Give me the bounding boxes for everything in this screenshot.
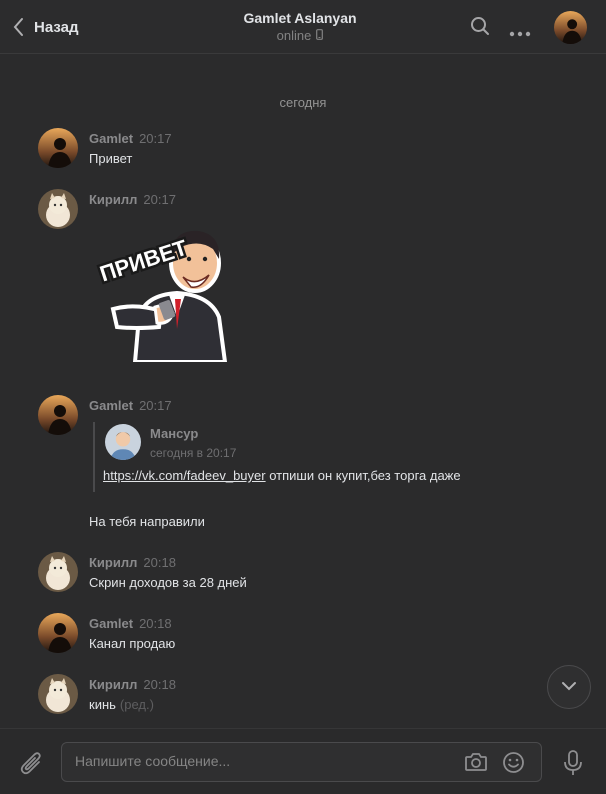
emoji-icon[interactable]: [502, 751, 525, 779]
message-item[interactable]: Gamlet 20:17 Мансур сегодня в 20:17 https…: [38, 395, 578, 535]
message-body: кинь: [89, 697, 116, 712]
online-status: online: [277, 27, 324, 45]
message-author[interactable]: Кирилл: [89, 192, 137, 207]
message-text: Скрин доходов за 28 дней: [89, 575, 247, 590]
message-item[interactable]: Gamlet 20:17 Привет: [38, 128, 578, 172]
search-icon[interactable]: [470, 16, 490, 41]
message-time: 20:18: [143, 677, 176, 692]
date-separator: сегодня: [279, 95, 327, 110]
message-meta: Кирилл 20:18: [89, 554, 176, 572]
reply-body: отпиши он купит,без торга даже: [265, 468, 461, 483]
reply-time: сегодня в 20:17: [150, 446, 237, 460]
message-text: кинь (ред.): [89, 697, 154, 712]
forwarded-message[interactable]: Мансур сегодня в 20:17 https://vk.com/fa…: [93, 422, 523, 492]
microphone-icon[interactable]: [563, 750, 583, 781]
avatar[interactable]: [38, 552, 78, 592]
camera-icon[interactable]: [464, 752, 488, 777]
avatar[interactable]: [38, 674, 78, 714]
message-meta: Кирилл 20:17: [89, 191, 176, 209]
avatar[interactable]: [105, 424, 141, 460]
message-time: 20:18: [143, 555, 176, 570]
message-input[interactable]: [75, 753, 455, 769]
message-time: 20:17: [143, 192, 176, 207]
message-time: 20:17: [139, 131, 172, 146]
message-item[interactable]: Кирилл 20:18 кинь (ред.): [38, 674, 578, 718]
reply-text: https://vk.com/fadeev_buyer отпиши он ку…: [103, 468, 461, 483]
chevron-left-icon: [12, 17, 24, 37]
message-text: Привет: [89, 151, 133, 166]
message-text: Канал продаю: [89, 636, 176, 651]
edited-label: (ред.): [119, 697, 154, 712]
scroll-down-button[interactable]: [547, 665, 591, 709]
avatar[interactable]: [38, 395, 78, 435]
message-meta: Gamlet 20:18: [89, 615, 172, 633]
message-author[interactable]: Кирилл: [89, 677, 137, 692]
back-button[interactable]: Назад: [12, 16, 78, 38]
avatar[interactable]: [38, 613, 78, 653]
message-feed[interactable]: сегодня Gamlet 20:17 Привет Кирилл 20:17: [0, 55, 606, 728]
message-author[interactable]: Gamlet: [89, 131, 133, 146]
message-author[interactable]: Gamlet: [89, 616, 133, 631]
chat-title: Gamlet Aslanyan: [243, 10, 357, 26]
reply-author[interactable]: Мансур: [150, 426, 198, 441]
mobile-icon: [316, 27, 324, 45]
message-author[interactable]: Кирилл: [89, 555, 137, 570]
chat-title-block[interactable]: Gamlet Aslanyan online: [200, 10, 400, 45]
chevron-down-icon: [561, 678, 577, 696]
contact-avatar[interactable]: [554, 11, 587, 44]
message-time: 20:18: [139, 616, 172, 631]
composer: [0, 728, 606, 794]
message-item[interactable]: Кирилл 20:17 ПРИВЕТ: [38, 189, 578, 369]
message-item[interactable]: Gamlet 20:18 Канал продаю: [38, 613, 578, 657]
sticker[interactable]: ПРИВЕТ: [94, 217, 240, 364]
message-text: На тебя направили: [89, 514, 205, 529]
message-meta: Gamlet 20:17: [89, 130, 172, 148]
paperclip-icon[interactable]: [20, 751, 44, 782]
status-text: online: [276, 28, 312, 43]
back-label: Назад: [34, 18, 79, 36]
message-time: 20:17: [139, 398, 172, 413]
message-meta: Gamlet 20:17: [89, 397, 172, 415]
chat-header: Назад Gamlet Aslanyan online: [0, 0, 606, 54]
more-icon[interactable]: [509, 24, 531, 42]
avatar[interactable]: [38, 189, 78, 229]
message-author[interactable]: Gamlet: [89, 398, 133, 413]
reply-link[interactable]: https://vk.com/fadeev_buyer: [103, 468, 266, 483]
message-meta: Кирилл 20:18: [89, 676, 176, 694]
message-input-box[interactable]: [61, 742, 542, 782]
message-item[interactable]: Кирилл 20:18 Скрин доходов за 28 дней: [38, 552, 578, 596]
avatar[interactable]: [38, 128, 78, 168]
